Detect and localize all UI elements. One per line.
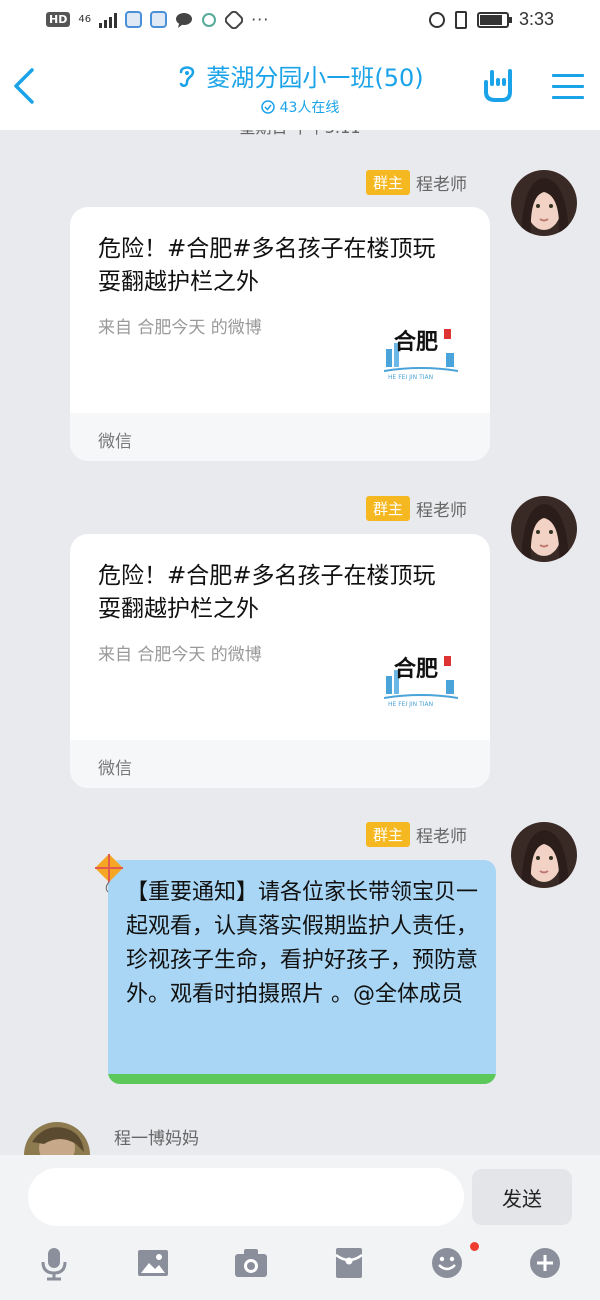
hd-indicator: HD — [46, 12, 71, 27]
sender-label: 群主 程老师 — [366, 170, 467, 195]
vibrate-icon — [454, 10, 467, 29]
logo-caption: HE FEI JIN TIAN — [388, 701, 433, 708]
send-button[interactable]: 发送 — [472, 1169, 572, 1225]
sender-name: 程老师 — [416, 501, 468, 521]
unread-dot — [470, 1242, 479, 1251]
plus-icon[interactable] — [527, 1245, 563, 1281]
shared-link-card[interactable]: 危险！#合肥#多名孩子在楼顶玩耍翻越护栏之外 来自 合肥今天 的微博 合肥 HE… — [70, 534, 490, 788]
camera-icon[interactable] — [233, 1245, 269, 1281]
battery-icon — [476, 11, 512, 28]
app-notification-icon — [202, 12, 217, 27]
owner-badge: 群主 — [366, 822, 411, 847]
app-notification-icon — [225, 10, 244, 29]
signal-icon — [99, 12, 118, 28]
input-bar: 发送 — [0, 1155, 600, 1300]
message-text: 【重要通知】请各位家长带领宝贝一起观看，认真落实假期监护人责任，珍视孩子生命，看… — [126, 880, 479, 1007]
clock: 3:33 — [518, 9, 554, 29]
more-notifications: ··· — [251, 10, 270, 29]
logo-text: 合肥 — [394, 656, 438, 682]
card-title: 危险！#合肥#多名孩子在楼顶玩耍翻越护栏之外 — [98, 563, 436, 622]
card-source: 来自 合肥今天 的微博 — [98, 318, 262, 338]
online-count: 43人在线 — [279, 100, 340, 116]
kite-decoration-icon — [95, 854, 123, 893]
owner-badge: 群主 — [366, 170, 411, 195]
sender-label: 群主 程老师 — [366, 822, 467, 847]
alarm-icon — [428, 11, 445, 28]
message-notification-icon — [176, 12, 193, 28]
avatar[interactable] — [511, 822, 577, 888]
menu-button[interactable] — [552, 74, 584, 100]
sender-name: 程老师 — [416, 175, 468, 195]
sender-name: 程一博妈妈 — [114, 1129, 199, 1149]
card-title: 危险！#合肥#多名孩子在楼顶玩耍翻越护栏之外 — [98, 236, 436, 295]
card-source: 来自 合肥今天 的微博 — [98, 645, 262, 665]
earpiece-mode-icon — [180, 65, 195, 87]
avatar[interactable] — [24, 1122, 90, 1155]
message-input[interactable] — [28, 1168, 464, 1226]
sender-name: 程老师 — [416, 827, 468, 847]
avatar[interactable] — [511, 496, 577, 562]
online-status-icon — [260, 100, 275, 114]
status-left: HD 46 ··· — [46, 10, 269, 29]
title-block[interactable]: 菱湖分园小一班(50) 43人在线 — [140, 58, 460, 117]
logo-text: 合肥 — [394, 329, 438, 355]
sign-language-hand-icon[interactable] — [480, 66, 516, 104]
status-bar: HD 46 ··· 3:33 — [0, 0, 600, 44]
owner-badge: 群主 — [366, 496, 411, 521]
image-icon[interactable] — [135, 1245, 171, 1281]
logo-caption: HE FEI JIN TIAN — [388, 374, 433, 381]
emoji-icon[interactable] — [429, 1245, 465, 1281]
hefei-jintian-logo: 合肥 HE FEI JIN TIAN — [384, 656, 458, 708]
qq-notification-icon — [125, 11, 143, 28]
card-footer: 微信 — [70, 740, 490, 788]
network-type: 46 — [78, 14, 92, 25]
text-message-bubble[interactable]: 【重要通知】请各位家长带领宝贝一起观看，认真落实假期监护人责任，珍视孩子生命，看… — [108, 860, 496, 1084]
chat-header: 菱湖分园小一班(50) 43人在线 — [0, 44, 600, 130]
card-footer-label: 微信 — [98, 432, 132, 452]
microphone-icon[interactable] — [36, 1245, 72, 1281]
red-envelope-icon[interactable] — [331, 1245, 367, 1281]
back-button[interactable] — [10, 66, 40, 106]
card-footer: 微信 — [70, 413, 490, 461]
status-right: 3:33 — [428, 9, 554, 30]
sender-label: 群主 程老师 — [366, 496, 467, 521]
card-footer-label: 微信 — [98, 759, 132, 779]
avatar[interactable] — [511, 170, 577, 236]
qq-notification-icon — [150, 11, 168, 28]
group-title: 菱湖分园小一班(50) — [206, 64, 424, 92]
hefei-jintian-logo: 合肥 HE FEI JIN TIAN — [384, 329, 458, 381]
bubble-grass-decoration — [108, 1074, 496, 1084]
shared-link-card[interactable]: 危险！#合肥#多名孩子在楼顶玩耍翻越护栏之外 来自 合肥今天 的微博 合肥 HE… — [70, 207, 490, 461]
